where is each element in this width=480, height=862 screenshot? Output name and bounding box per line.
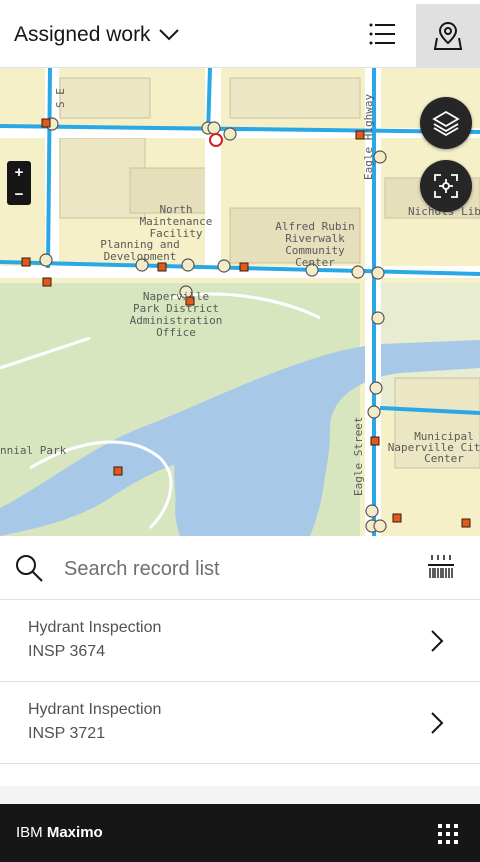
list-end (0, 764, 480, 786)
zoom-in-button[interactable]: + (7, 161, 31, 183)
brand-name: Maximo (46, 824, 103, 841)
chevron-down-icon (158, 29, 179, 41)
zoom-control: + − (7, 161, 31, 205)
list-view-button[interactable] (352, 4, 412, 64)
list-item[interactable]: Hydrant Inspection INSP 3721 (0, 682, 480, 764)
page-title: Assigned work (14, 23, 151, 46)
basemap[interactable] (0, 68, 480, 536)
map-view-button[interactable] (416, 4, 480, 68)
map-pin-icon (433, 21, 463, 50)
search-icon (16, 555, 43, 582)
app-switcher-icon (438, 824, 458, 844)
chevron-right-icon (431, 630, 444, 652)
work-list-selector[interactable]: Assigned work (14, 18, 179, 52)
record-type: Hydrant Inspection (28, 701, 162, 718)
list-icon (369, 23, 395, 45)
record-id: INSP 3674 (28, 643, 106, 660)
list-item[interactable]: Hydrant Inspection INSP 3674 (0, 600, 480, 682)
zoom-out-button[interactable]: − (7, 183, 31, 205)
footer-bar: IBM Maximo (0, 804, 480, 862)
brand-logo: IBM Maximo (16, 824, 103, 841)
layers-icon (432, 110, 460, 137)
chevron-right-icon (431, 712, 444, 734)
top-bar: Assigned work (0, 0, 480, 68)
barcode-icon[interactable] (426, 552, 456, 582)
layers-button[interactable] (420, 97, 472, 149)
record-type: Hydrant Inspection (28, 619, 162, 636)
app-switcher-button[interactable] (428, 816, 468, 852)
locate-icon (434, 174, 458, 198)
search-bar (0, 536, 480, 600)
locate-button[interactable] (420, 160, 472, 212)
brand-prefix: IBM (16, 824, 43, 841)
map-view[interactable]: North Maintenance Facility Planning and … (0, 68, 480, 536)
record-id: INSP 3721 (28, 725, 106, 742)
search-input[interactable] (62, 548, 416, 590)
